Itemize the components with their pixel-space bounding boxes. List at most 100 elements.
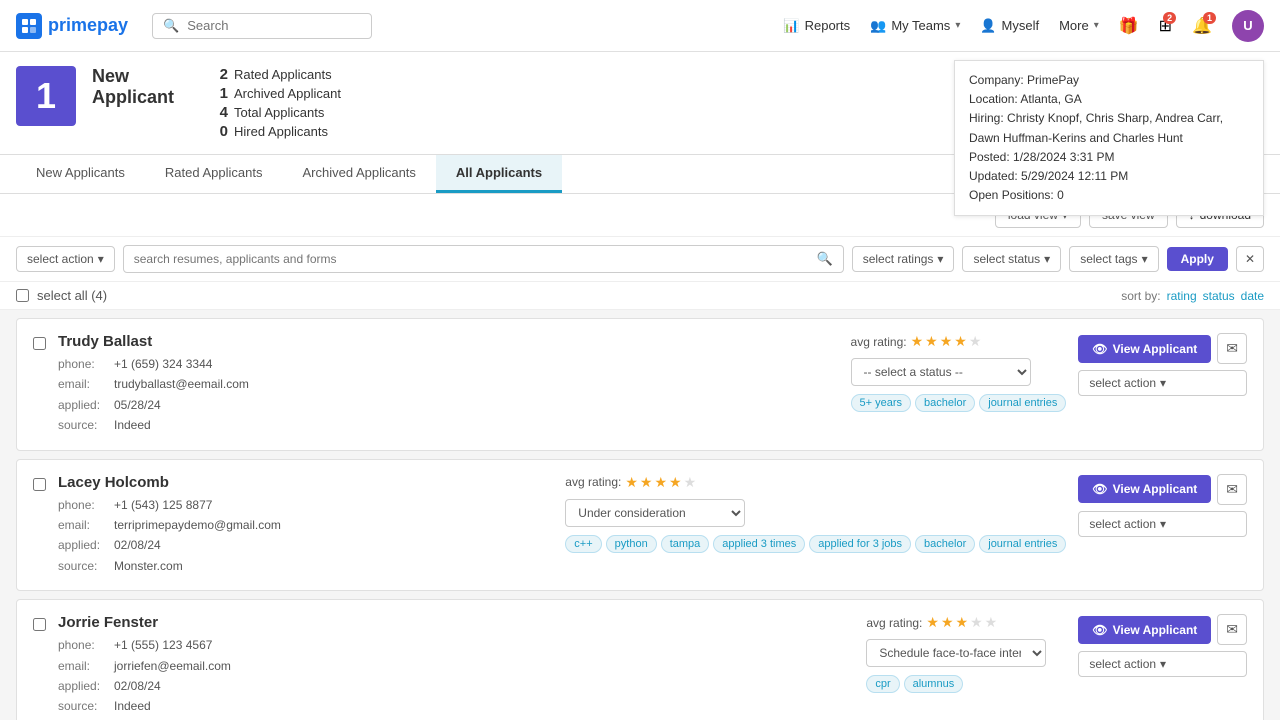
nav-my-teams[interactable]: 👥 My Teams ▾ [870, 18, 960, 34]
select-status-filter[interactable]: select status ▾ [962, 246, 1061, 272]
applied-value: 05/28/24 [114, 395, 161, 415]
posted-value: 1/28/2024 3:31 PM [1013, 150, 1114, 164]
tab-new-applicants[interactable]: New Applicants [16, 155, 145, 193]
star-icon: ★ [925, 333, 938, 350]
applied-value: 02/08/24 [114, 535, 161, 555]
view-applicant-button[interactable]: 👁 View Applicant [1078, 475, 1211, 503]
applicant-search-input[interactable] [134, 252, 811, 266]
applied-label: applied: [58, 535, 108, 555]
location-value: Atlanta, GA [1020, 92, 1081, 106]
tab-rated-applicants[interactable]: Rated Applicants [145, 155, 283, 193]
applicant-checkbox-1[interactable] [33, 478, 46, 491]
tab-all-applicants[interactable]: All Applicants [436, 155, 562, 193]
open-positions-value: 0 [1057, 188, 1064, 202]
source-value: Indeed [114, 415, 151, 435]
phone-label: phone: [58, 354, 108, 374]
select-action-filter[interactable]: select action ▾ [16, 246, 115, 272]
grid-notifications-button[interactable]: ⊞ 2 [1159, 16, 1172, 36]
select-action-button[interactable]: select action ▾ [1078, 370, 1247, 396]
view-applicant-button[interactable]: 👁 View Applicant [1078, 335, 1211, 363]
email-row: email: jorriefen@eemail.com [58, 656, 854, 676]
applicant-info: Lacey Holcomb phone: +1 (543) 125 8877 e… [58, 474, 553, 577]
action-chevron-icon: ▾ [1160, 657, 1166, 671]
star-icon: ★ [970, 614, 983, 631]
logo-icon [16, 13, 42, 39]
avatar[interactable]: U [1232, 10, 1264, 42]
phone-value: +1 (555) 123 4567 [114, 635, 212, 655]
tab-archived-applicants[interactable]: Archived Applicants [282, 155, 435, 193]
my-teams-chevron-icon: ▾ [955, 20, 960, 31]
bell-button[interactable]: 🔔 1 [1192, 16, 1212, 36]
applicant-actions: 👁 View Applicant ✉ select action ▾ [1078, 614, 1247, 677]
job-stats: 2 Rated Applicants 1 Archived Applicant … [214, 66, 341, 140]
phone-row: phone: +1 (659) 324 3344 [58, 354, 839, 374]
sort-by-rating[interactable]: rating [1167, 289, 1197, 303]
status-select[interactable]: Under consideration -- select a status -… [565, 499, 745, 527]
mail-icon: ✉ [1226, 481, 1238, 497]
sort-by-status[interactable]: status [1203, 289, 1235, 303]
gift-button[interactable]: 🎁 [1119, 16, 1139, 36]
email-button[interactable]: ✉ [1217, 614, 1247, 645]
applicant-info: Jorrie Fenster phone: +1 (555) 123 4567 … [58, 614, 854, 717]
star-icon: ★ [941, 614, 954, 631]
select-action-button[interactable]: select action ▾ [1078, 651, 1247, 677]
sort-by-area: sort by: rating status date [1121, 289, 1264, 303]
search-input[interactable] [187, 18, 347, 33]
updated-label: Updated: [969, 169, 1018, 183]
status-select[interactable]: Schedule face-to-face interview -- selec… [866, 639, 1046, 667]
view-applicant-button[interactable]: 👁 View Applicant [1078, 616, 1211, 644]
select-tags-filter[interactable]: select tags ▾ [1069, 246, 1158, 272]
source-value: Monster.com [114, 556, 183, 576]
applicant-actions: 👁 View Applicant ✉ select action ▾ [1078, 333, 1247, 396]
view-email-row: 👁 View Applicant ✉ [1078, 333, 1247, 364]
email-button[interactable]: ✉ [1217, 474, 1247, 505]
email-label: email: [58, 515, 108, 535]
open-positions-info: Open Positions: 0 [969, 186, 1249, 205]
email-button[interactable]: ✉ [1217, 333, 1247, 364]
eye-icon: 👁 [1092, 623, 1107, 637]
applied-value: 02/08/24 [114, 676, 161, 696]
select-all-checkbox[interactable] [16, 289, 29, 302]
person-icon: 👤 [980, 18, 996, 34]
select-action-button[interactable]: select action ▾ [1078, 511, 1247, 537]
hiring-label: Hiring: [969, 111, 1004, 125]
source-label: source: [58, 556, 108, 576]
avg-rating: avg rating: ★★★★★ [565, 474, 1066, 491]
applicant-checkbox-2[interactable] [33, 618, 46, 631]
nav-more[interactable]: More ▾ [1059, 18, 1099, 33]
sort-by-date[interactable]: date [1241, 289, 1264, 303]
star-icon: ★ [684, 474, 697, 491]
search-box[interactable]: 🔍 [152, 13, 372, 39]
star-icon: ★ [985, 614, 998, 631]
status-select[interactable]: -- select a status -- -- select a status… [851, 358, 1031, 386]
nav-reports[interactable]: 📊 Reports [783, 18, 850, 34]
close-filter-button[interactable]: ✕ [1236, 246, 1264, 272]
applicant-checkbox-0[interactable] [33, 337, 46, 350]
source-row: source: Indeed [58, 415, 839, 435]
location-label: Location: [969, 92, 1018, 106]
apply-filter-button[interactable]: Apply [1167, 247, 1228, 271]
nav-myself[interactable]: 👤 Myself [980, 18, 1039, 34]
star-icon: ★ [940, 333, 953, 350]
star-icon: ★ [954, 333, 967, 350]
stat-total: 4 Total Applicants [214, 104, 341, 121]
tags-row: 5+ yearsbachelorjournal entries [851, 394, 1067, 412]
star-icon: ★ [969, 333, 982, 350]
more-chevron-icon: ▾ [1094, 20, 1099, 31]
phone-value: +1 (659) 324 3344 [114, 354, 212, 374]
star-icon: ★ [669, 474, 682, 491]
stat-rated: 2 Rated Applicants [214, 66, 341, 83]
select-ratings-filter[interactable]: select ratings ▾ [852, 246, 955, 272]
top-navigation: primepay 🔍 📊 Reports 👥 My Teams ▾ 👤 Myse… [0, 0, 1280, 52]
applied-label: applied: [58, 395, 108, 415]
star-icon: ★ [654, 474, 667, 491]
mail-icon: ✉ [1226, 621, 1238, 637]
email-value: terriprimepaydemo@gmail.com [114, 515, 281, 535]
avg-rating: avg rating: ★★★★★ [851, 333, 1067, 350]
filter-right: select ratings ▾ select status ▾ select … [852, 246, 1264, 272]
applicant-search-box[interactable]: 🔍 [123, 245, 844, 273]
company-value: PrimePay [1027, 73, 1079, 87]
star-icon: ★ [625, 474, 638, 491]
avg-rating-label: avg rating: [565, 475, 621, 489]
applicant-name: Trudy Ballast [58, 333, 839, 350]
